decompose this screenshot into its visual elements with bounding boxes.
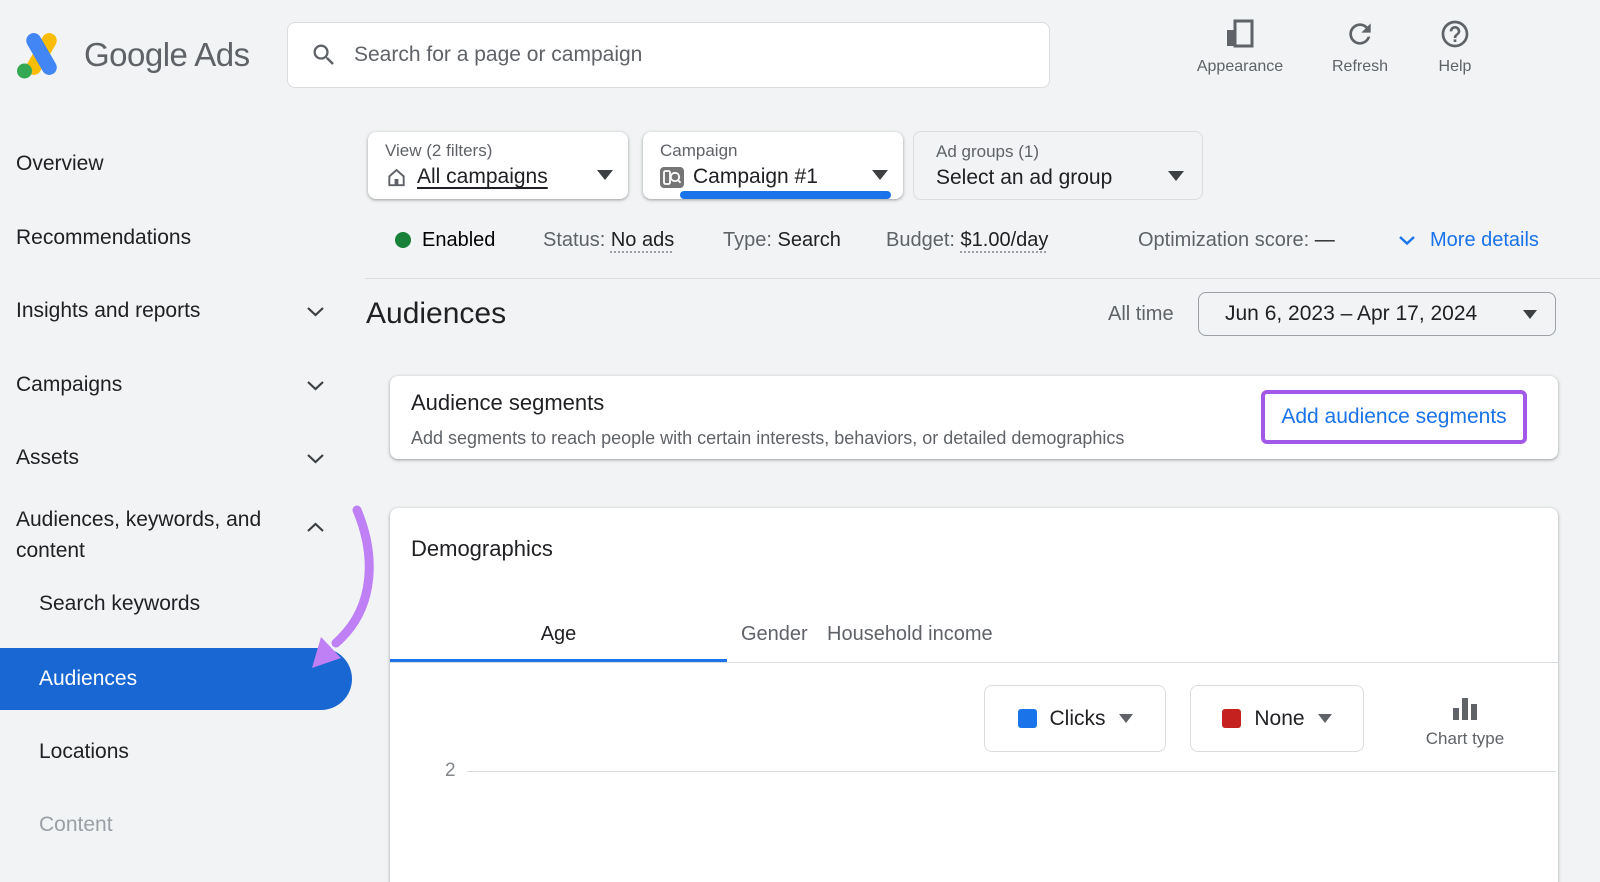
appearance-icon — [1227, 19, 1254, 48]
secondary-metric-value: None — [1254, 706, 1305, 730]
campaign-status: Status: No ads — [543, 229, 674, 252]
chart-type-icon — [1453, 698, 1477, 720]
campaign-dropdown[interactable]: Campaign Campaign #1 — [643, 132, 903, 199]
budget-value[interactable]: $1.00/day — [961, 229, 1049, 251]
audience-segments-card: Audience segments Add segments to reach … — [390, 376, 1558, 459]
add-audience-segments-button[interactable]: Add audience segments — [1281, 405, 1506, 429]
page-title: Audiences — [366, 297, 507, 330]
date-preset-label: All time — [1108, 303, 1174, 325]
view-filter-value: All campaigns — [417, 165, 548, 188]
chart-type-button[interactable]: Chart type — [1410, 696, 1520, 749]
demographics-card: Demographics Age Gender Household income… — [390, 508, 1558, 882]
section-divider — [365, 278, 1600, 279]
dropdown-arrow-icon — [1118, 714, 1133, 723]
more-details-button[interactable]: More details — [1398, 229, 1539, 252]
tabs-divider — [390, 662, 1558, 663]
view-filter-dropdown[interactable]: View (2 filters) All campaigns — [368, 132, 628, 199]
campaign-value: Campaign #1 — [693, 165, 818, 188]
view-filter-label: View (2 filters) — [385, 141, 493, 160]
dropdown-arrow-icon — [1168, 171, 1184, 181]
google-ads-logo — [17, 33, 57, 79]
campaign-budget: Budget: $1.00/day — [886, 229, 1048, 252]
tab-gender[interactable]: Gender — [741, 623, 808, 646]
sidebar-item-audiences-keywords-content[interactable]: Audiences, keywords, and content — [16, 504, 288, 566]
campaign-type: Type: Search — [723, 229, 841, 252]
type-label: Type: — [723, 229, 772, 251]
home-icon — [388, 168, 405, 186]
ad-groups-dropdown[interactable]: Ad groups (1) Select an ad group — [913, 131, 1203, 200]
audience-segments-title: Audience segments — [411, 390, 605, 415]
tab-household-income[interactable]: Household income — [827, 623, 993, 646]
optimization-value: — — [1314, 229, 1335, 251]
primary-metric-color-swatch — [1017, 709, 1037, 728]
appearance-label: Appearance — [1196, 58, 1284, 75]
budget-label: Budget: — [886, 229, 955, 251]
dropdown-arrow-icon — [1317, 714, 1332, 723]
primary-metric-dropdown[interactable]: Clicks — [984, 685, 1166, 752]
dropdown-arrow-icon — [872, 170, 888, 180]
primary-metric-value: Clicks — [1049, 706, 1106, 730]
demographics-title: Demographics — [411, 536, 553, 561]
campaign-active-indicator — [680, 191, 891, 199]
search-placeholder: Search for a page or campaign — [354, 43, 643, 66]
dropdown-arrow-icon — [597, 170, 613, 180]
appearance-button[interactable]: Appearance — [1175, 18, 1305, 76]
brand: Google Ads — [14, 0, 250, 110]
sidebar-item-audiences-label: Audiences — [39, 667, 138, 690]
sidebar-item-overview[interactable]: Overview — [16, 152, 104, 176]
google-ads-app: Google Ads Search for a page or campaign… — [0, 0, 1600, 882]
audience-segments-subtitle: Add segments to reach people with certai… — [411, 428, 1125, 448]
dropdown-arrow-icon — [1523, 309, 1537, 319]
sidebar-item-campaigns[interactable]: Campaigns — [16, 373, 122, 397]
more-details-label: More details — [1430, 229, 1539, 251]
help-icon — [1441, 20, 1469, 48]
sidebar-item-assets[interactable]: Assets — [16, 446, 79, 470]
secondary-metric-dropdown[interactable]: None — [1190, 685, 1364, 752]
search-icon — [313, 44, 334, 65]
add-audience-segments-highlight-box: Add audience segments — [1261, 390, 1527, 444]
optimization-label: Optimization score: — [1138, 229, 1310, 251]
sidebar-item-insights-and-reports[interactable]: Insights and reports — [16, 299, 200, 323]
status-value[interactable]: No ads — [611, 229, 674, 251]
sidebar-item-locations[interactable]: Locations — [39, 740, 129, 764]
refresh-label: Refresh — [1331, 58, 1389, 75]
y-axis-tick: 2 — [445, 760, 456, 781]
refresh-button[interactable]: Refresh — [1310, 18, 1410, 76]
chart-type-label: Chart type — [1425, 729, 1505, 748]
enabled-status-dot — [395, 232, 411, 248]
chevron-down-icon — [1399, 236, 1415, 246]
brand-title: Google Ads — [84, 36, 250, 73]
secondary-metric-color-swatch — [1222, 709, 1242, 728]
sidebar-item-search-keywords[interactable]: Search keywords — [39, 592, 200, 616]
campaign-icon — [660, 166, 684, 188]
type-value: Search — [777, 229, 841, 251]
date-range-value: Jun 6, 2023 – Apr 17, 2024 — [1225, 302, 1478, 325]
help-button[interactable]: Help — [1415, 18, 1495, 76]
chart-gridline — [467, 771, 1556, 772]
tab-age[interactable]: Age — [390, 623, 727, 646]
global-search-input[interactable]: Search for a page or campaign — [287, 22, 1050, 88]
chevron-down-icon[interactable] — [306, 306, 325, 317]
sidebar-item-content[interactable]: Content — [39, 813, 113, 837]
chevron-down-icon[interactable] — [306, 380, 325, 391]
date-range-picker[interactable]: Jun 6, 2023 – Apr 17, 2024 — [1198, 292, 1556, 336]
chevron-down-icon[interactable] — [306, 453, 325, 464]
help-label: Help — [1438, 58, 1472, 75]
enabled-status: Enabled — [422, 229, 496, 251]
optimization-score: Optimization score: — — [1138, 229, 1335, 252]
status-label: Status: — [543, 229, 606, 251]
campaign-label: Campaign — [660, 141, 738, 160]
sidebar-item-recommendations[interactable]: Recommendations — [16, 226, 191, 250]
refresh-icon — [1349, 23, 1371, 45]
ad-groups-value: Select an ad group — [936, 166, 1113, 189]
ad-groups-label: Ad groups (1) — [936, 142, 1039, 161]
